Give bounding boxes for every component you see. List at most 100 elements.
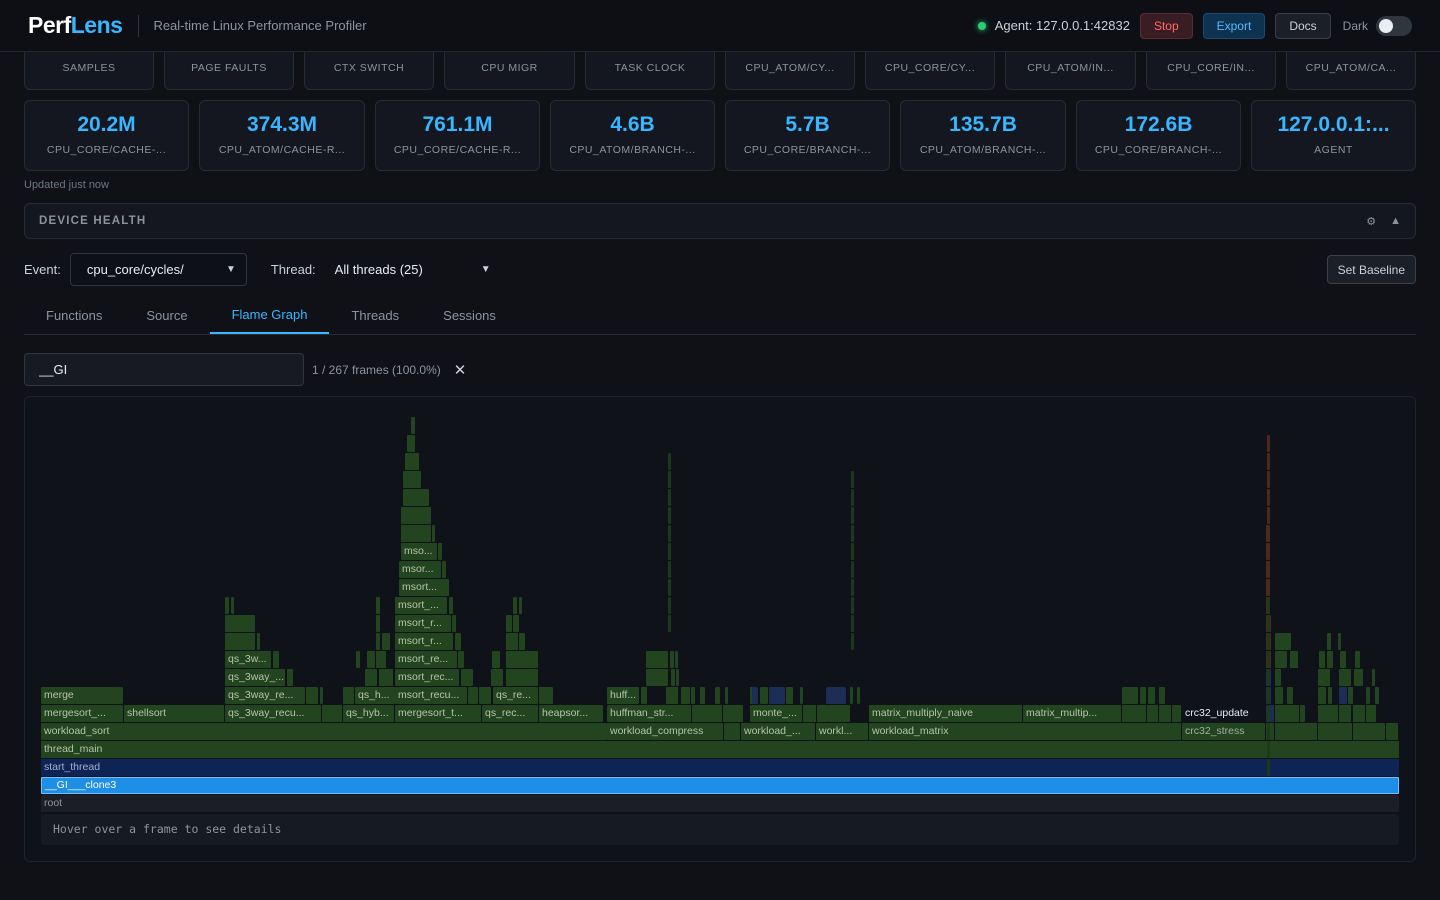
flame-frame[interactable] <box>786 687 793 704</box>
flame-frame[interactable]: mergesort_t... <box>395 705 481 722</box>
flame-frame[interactable] <box>646 651 668 668</box>
flame-frame[interactable]: msort_r... <box>395 633 453 650</box>
flame-frame[interactable] <box>668 561 671 578</box>
flame-frame[interactable]: qs_re... <box>493 687 538 704</box>
flame-frame[interactable] <box>356 651 360 668</box>
flame-frame[interactable] <box>1275 705 1299 722</box>
flame-frame[interactable] <box>851 579 854 596</box>
flame-frame[interactable] <box>723 705 743 722</box>
set-baseline-button[interactable]: Set Baseline <box>1326 255 1416 284</box>
flame-frame[interactable] <box>1318 687 1326 704</box>
flame-frame[interactable] <box>257 633 260 650</box>
flame-frame[interactable] <box>1355 651 1360 668</box>
flame-frame[interactable] <box>668 615 671 632</box>
flame-frame[interactable] <box>120 687 123 704</box>
flame-frame[interactable] <box>1386 723 1398 740</box>
flame-frame[interactable] <box>506 615 512 632</box>
thread-select[interactable]: All threads (25) ▼ <box>325 253 501 286</box>
flame-frame[interactable] <box>519 633 525 650</box>
stop-button[interactable]: Stop <box>1139 12 1193 39</box>
flame-frame[interactable]: crc32_stress <box>1182 723 1265 740</box>
flame-frame[interactable] <box>1327 633 1331 650</box>
flame-frame[interactable] <box>800 687 803 704</box>
flame-frame[interactable]: qs_3way_re... <box>225 687 305 704</box>
flame-frame[interactable]: msort_recu... <box>395 687 467 704</box>
flame-frame[interactable] <box>851 489 854 506</box>
flame-graph[interactable]: root __GI___clone3 start_thread thread_main… <box>25 397 1417 863</box>
flame-frame[interactable] <box>1140 687 1146 704</box>
flame-frame[interactable] <box>1122 687 1138 704</box>
flame-frame[interactable] <box>455 633 461 650</box>
flame-frame[interactable] <box>1172 705 1181 722</box>
flame-frame[interactable] <box>403 471 421 488</box>
flame-frame[interactable] <box>700 687 705 704</box>
flame-frame[interactable] <box>646 669 668 686</box>
flame-frame[interactable] <box>225 597 229 614</box>
flame-frame[interactable] <box>851 525 854 542</box>
flame-frame[interactable] <box>432 525 435 542</box>
flame-frame[interactable] <box>1290 651 1298 668</box>
flame-frame[interactable] <box>1338 633 1341 650</box>
flame-frame[interactable] <box>1267 507 1270 524</box>
flame-frame[interactable]: start_thread <box>41 759 1399 776</box>
flame-frame[interactable] <box>1266 543 1270 560</box>
flame-frame[interactable] <box>851 597 854 614</box>
flame-frame[interactable] <box>725 687 728 704</box>
flame-frame[interactable] <box>857 687 860 704</box>
flame-frame[interactable] <box>668 597 671 614</box>
flame-search-input[interactable] <box>24 353 304 386</box>
flame-frame[interactable] <box>231 597 234 614</box>
flame-frame[interactable] <box>1148 687 1155 704</box>
flame-frame[interactable]: msort_... <box>395 597 447 614</box>
flame-frame[interactable]: huff... <box>607 687 639 704</box>
flame-frame[interactable] <box>828 705 850 722</box>
app-logo[interactable]: PerfLens <box>28 12 123 39</box>
flame-frame[interactable] <box>1300 705 1305 722</box>
flame-frame[interactable] <box>225 633 255 650</box>
flame-frame[interactable] <box>405 453 419 470</box>
flame-frame[interactable] <box>519 597 522 614</box>
tab-threads[interactable]: Threads <box>329 296 421 334</box>
flame-frame[interactable] <box>452 615 456 632</box>
flame-frame[interactable] <box>376 651 386 668</box>
flame-frame[interactable]: workload_sort <box>41 723 607 740</box>
export-button[interactable]: Export <box>1202 12 1266 39</box>
flame-frame[interactable] <box>1122 705 1146 722</box>
flame-frame[interactable] <box>675 651 678 668</box>
flame-frame[interactable] <box>1267 687 1270 704</box>
flame-frame[interactable] <box>666 687 678 704</box>
flame-frame[interactable] <box>273 651 279 668</box>
flame-frame[interactable] <box>1366 705 1376 722</box>
flame-frame[interactable] <box>681 687 690 704</box>
flame-frame[interactable]: crc32_update <box>1182 705 1264 722</box>
flame-frame[interactable] <box>676 669 679 686</box>
flame-frame[interactable] <box>752 687 758 704</box>
flame-frame[interactable]: msor... <box>399 561 441 578</box>
flame-frame[interactable]: qs_hyb... <box>343 705 394 722</box>
flame-frame[interactable] <box>506 669 538 686</box>
flame-frame[interactable] <box>1353 723 1385 740</box>
clear-search-icon[interactable]: ✕ <box>454 361 467 379</box>
flame-frame[interactable] <box>1372 669 1375 686</box>
flame-frame[interactable]: heapsor... <box>539 705 603 722</box>
flame-frame[interactable] <box>1267 471 1270 488</box>
flame-frame[interactable] <box>851 543 854 560</box>
flame-frame[interactable] <box>1339 705 1351 722</box>
flame-frame[interactable] <box>379 669 393 686</box>
flame-frame[interactable] <box>1267 723 1270 740</box>
flame-frame[interactable] <box>1266 579 1270 596</box>
flame-frame[interactable]: matrix_multip... <box>1023 705 1121 722</box>
flame-frame[interactable] <box>769 687 785 704</box>
flame-frame[interactable] <box>668 471 671 488</box>
flame-frame[interactable]: qs_h... <box>355 687 395 704</box>
flame-frame[interactable] <box>306 687 318 704</box>
flame-frame[interactable] <box>641 687 647 704</box>
flame-frame[interactable]: qs_3way_recu... <box>225 705 321 722</box>
flame-frame[interactable] <box>458 651 464 668</box>
flame-frame[interactable] <box>668 507 671 524</box>
flame-frame[interactable] <box>479 687 491 704</box>
flame-frame[interactable] <box>1318 723 1352 740</box>
flame-frame[interactable] <box>539 687 553 704</box>
flame-frame[interactable]: shellsort <box>124 705 224 722</box>
flame-frame[interactable] <box>668 579 671 596</box>
